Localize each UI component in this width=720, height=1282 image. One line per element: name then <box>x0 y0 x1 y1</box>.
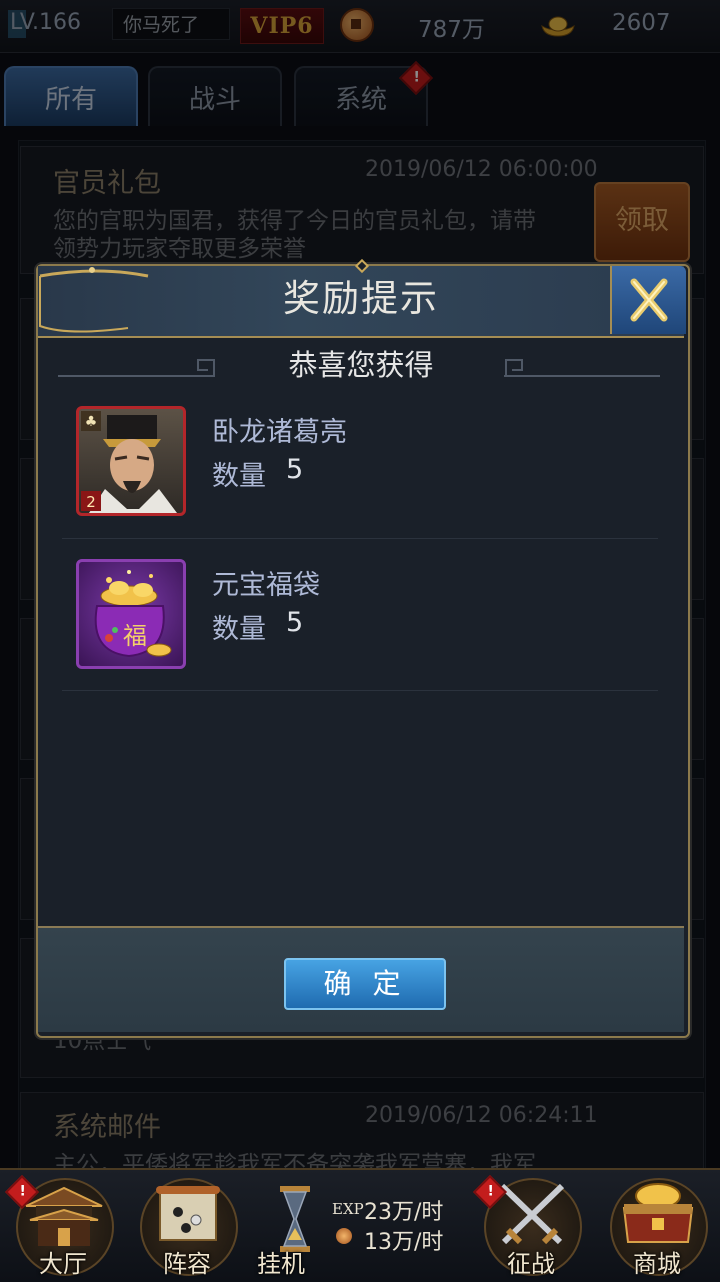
svg-text:福: 福 <box>123 622 147 650</box>
reward-item-name: 元宝福袋 <box>212 570 320 601</box>
reward-item-name: 卧龙诸葛亮 <box>212 417 347 448</box>
nav-hall-label: 大厅 <box>39 1250 87 1278</box>
quantity-label: 数量 <box>212 614 266 645</box>
coin-rate: 13万/时 <box>364 1230 444 1255</box>
nav-idle-label: 挂机 <box>257 1250 305 1278</box>
quantity-label: 数量 <box>212 461 266 492</box>
svg-text:♣: ♣ <box>85 414 98 430</box>
treasure-chest-icon <box>622 1183 694 1243</box>
confirm-button[interactable]: 确 定 <box>284 958 446 1010</box>
svg-text:2: 2 <box>86 493 96 511</box>
nav-shop-label: 商城 <box>633 1250 681 1278</box>
coin-rate-icon <box>336 1228 352 1244</box>
dialog-title: 奖励提示 <box>283 277 439 320</box>
dialog-subtitle: 恭喜您获得 <box>288 348 434 382</box>
quantity-value: 5 <box>286 607 304 638</box>
nav-campaign-label: 征战 <box>507 1250 555 1278</box>
exp-rate: 23万/时 <box>364 1200 444 1225</box>
close-button[interactable] <box>610 266 686 334</box>
quantity-value: 5 <box>286 454 304 485</box>
nav-shop[interactable]: 商城 <box>602 1172 712 1278</box>
subtitle-divider-right <box>504 375 660 377</box>
scroll-icon <box>156 1186 220 1241</box>
hero-portrait-icon[interactable]: ♣ 2 <box>76 406 186 516</box>
close-icon <box>630 278 668 322</box>
lucky-bag-icon[interactable]: 福 <box>76 559 186 669</box>
exp-label: EXP <box>332 1200 364 1218</box>
